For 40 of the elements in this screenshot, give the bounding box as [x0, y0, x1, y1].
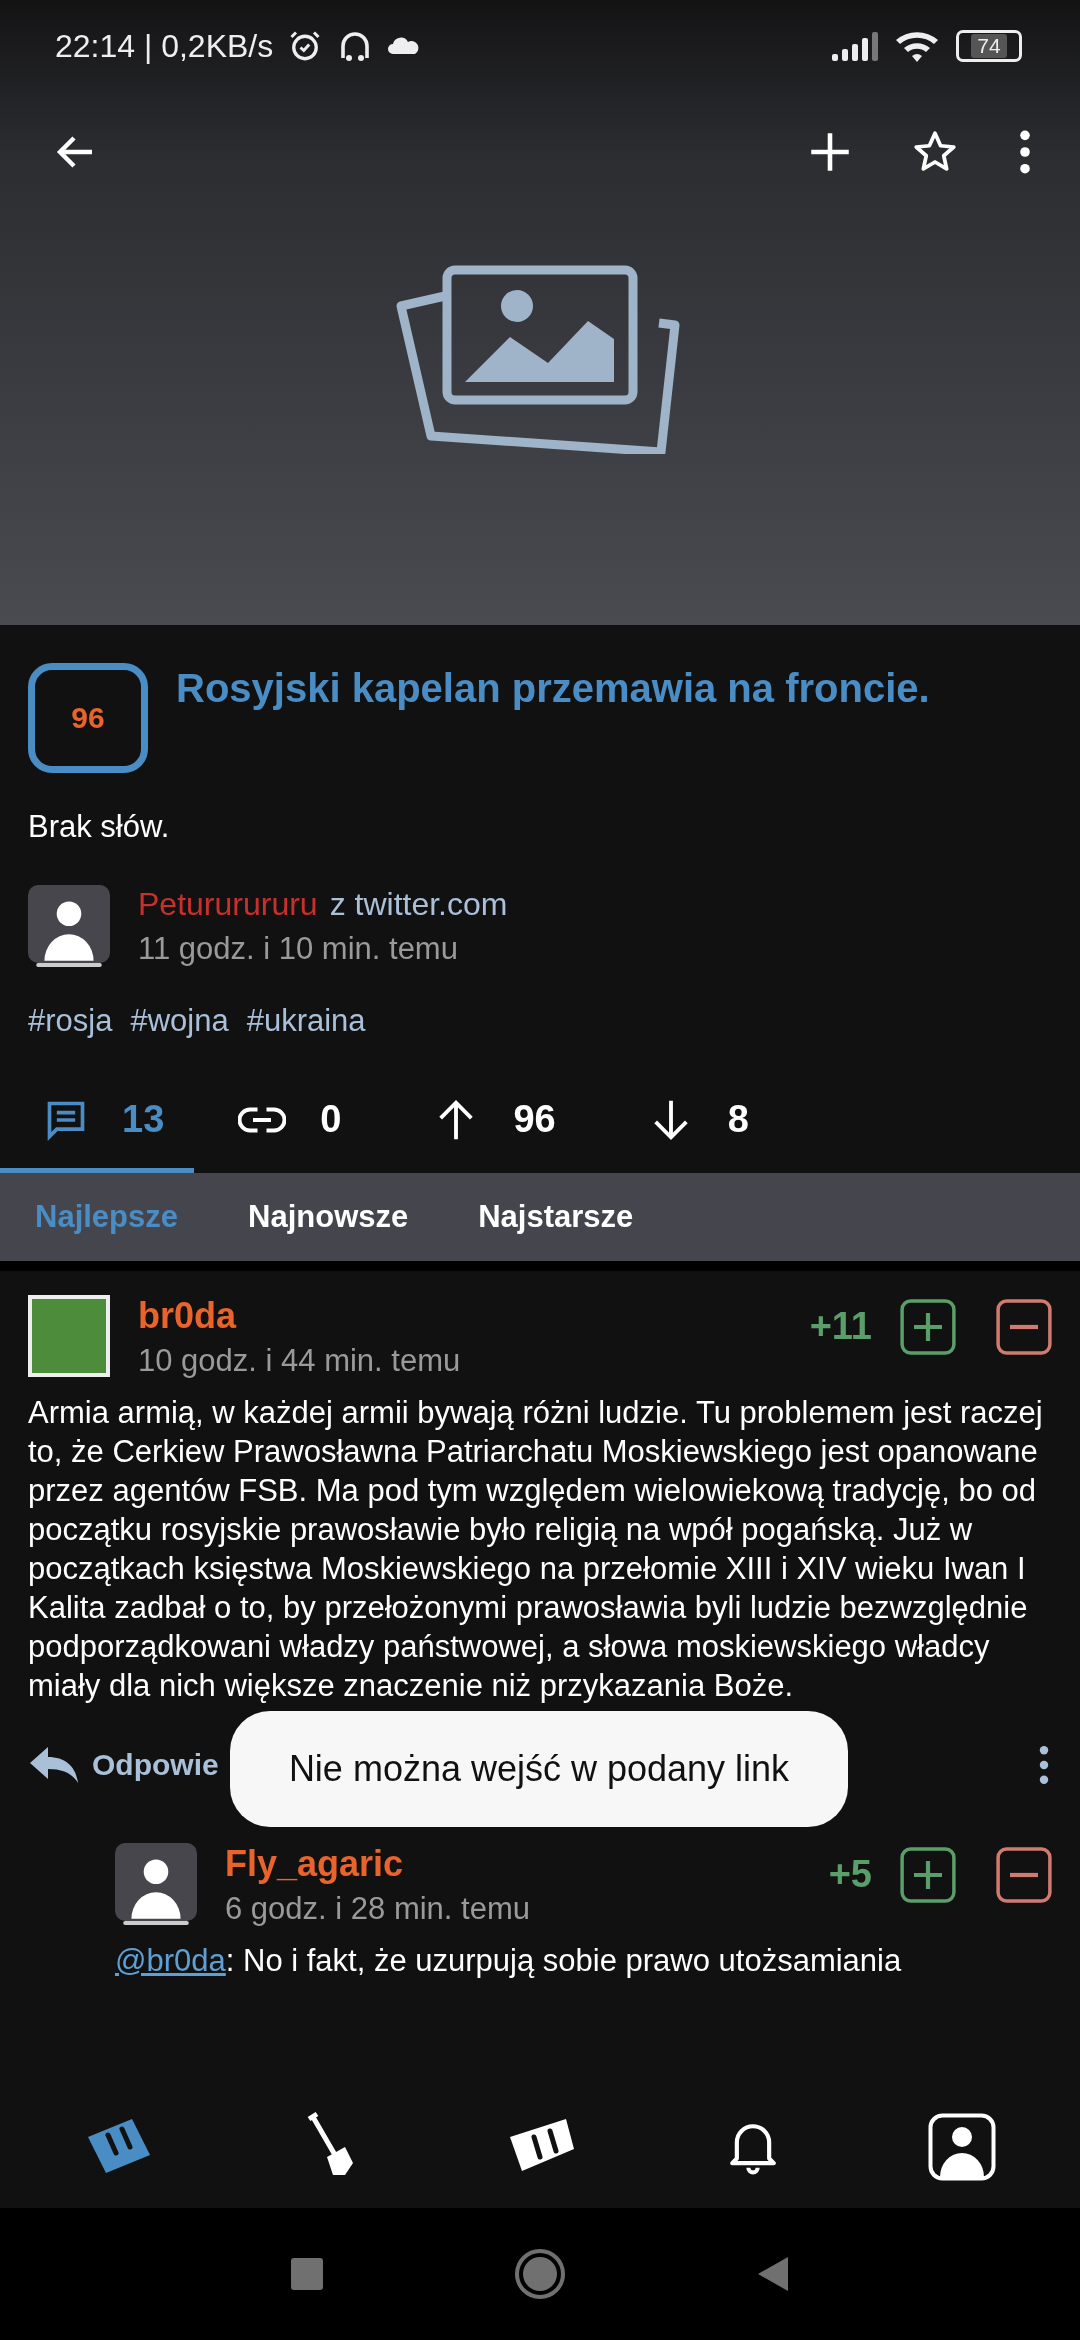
reply-link[interactable]: Odpowie — [92, 1748, 219, 1782]
post-title: Rosyjski kapelan przemawia na froncie. — [176, 665, 930, 712]
author-link[interactable]: Petururururu — [138, 885, 318, 923]
stat-tab[interactable]: 0 — [194, 1071, 390, 1173]
signal-icon — [830, 30, 880, 62]
tag-link[interactable]: #ukraina — [246, 1003, 366, 1039]
back-triangle-icon[interactable] — [756, 2255, 790, 2293]
tag-link[interactable]: #rosja — [28, 1003, 113, 1039]
sort-tab[interactable]: Najstarsze — [458, 1199, 654, 1235]
avatar-icon[interactable] — [28, 885, 110, 967]
profile-icon[interactable] — [928, 2113, 997, 2181]
error-toast: Nie można wejść w podany link — [230, 1711, 848, 1827]
minus-vote-icon[interactable] — [996, 1299, 1052, 1355]
avatar-picture[interactable] — [28, 1295, 110, 1377]
tag-link[interactable]: #wojna — [130, 1003, 229, 1039]
sort-tab[interactable]: Najnowsze — [228, 1199, 429, 1235]
source-link[interactable]: z twitter.com — [329, 885, 508, 923]
stat-tab[interactable]: 96 — [389, 1071, 604, 1173]
home-circle-icon[interactable] — [514, 2248, 566, 2300]
reply-arrow-icon[interactable] — [28, 1745, 80, 1785]
plus-vote-icon[interactable] — [900, 1847, 956, 1903]
comment-score: +5 — [828, 1853, 872, 1896]
comment-text: @br0da: No i fakt, że uzurpują sobie prawo utożsamiania — [115, 1942, 903, 1980]
comment-text: Armia armią, w każdej armii bywają różni ludzie. Tu problemem jest raczej to, że Cerkiew Prawosławna Patriarchatu Moskiewskiego jest opanowane przez agentów FSB. Ma pod tym względem wielowiekową tradycję, bo od początku rosyjskie prawosławie było religią na wpół pogańską. Już w początkach księstwa Moskiewskiego na przełomie XIII i XIV wieku Iwan I Kalita zadbał o to, by przełożonymi prawosławia byli ludzie bezwzględnie podporządkowani władzy państwowej, a słowa moskiewskiego władcy miały dla nich większe znaczenie niż przykazania Boże. — [28, 1394, 1044, 1705]
comment-author[interactable]: br0da — [138, 1295, 782, 1337]
mention-link[interactable]: @br0da — [115, 1943, 226, 1978]
post-description: Brak słów. — [28, 809, 171, 845]
plus-vote-icon[interactable] — [900, 1299, 956, 1355]
battery-icon: 74 — [956, 30, 1022, 62]
stat-tab[interactable]: 8 — [603, 1071, 797, 1173]
comment-time: 10 godz. i 44 min. temu — [138, 1343, 462, 1379]
recents-icon[interactable] — [290, 2257, 324, 2291]
post-time: 11 godz. i 10 min. temu — [138, 930, 459, 967]
comment-time: 6 godz. i 28 min. temu — [225, 1891, 531, 1927]
comment-score: +11 — [809, 1305, 872, 1348]
avatar-icon[interactable] — [115, 1843, 197, 1925]
score-box: 96 — [28, 663, 148, 773]
status-time: 22:14 | 0,2KB/s — [55, 27, 274, 65]
minus-vote-icon[interactable] — [996, 1847, 1052, 1903]
comment-author[interactable]: Fly_agaric — [225, 1843, 801, 1885]
